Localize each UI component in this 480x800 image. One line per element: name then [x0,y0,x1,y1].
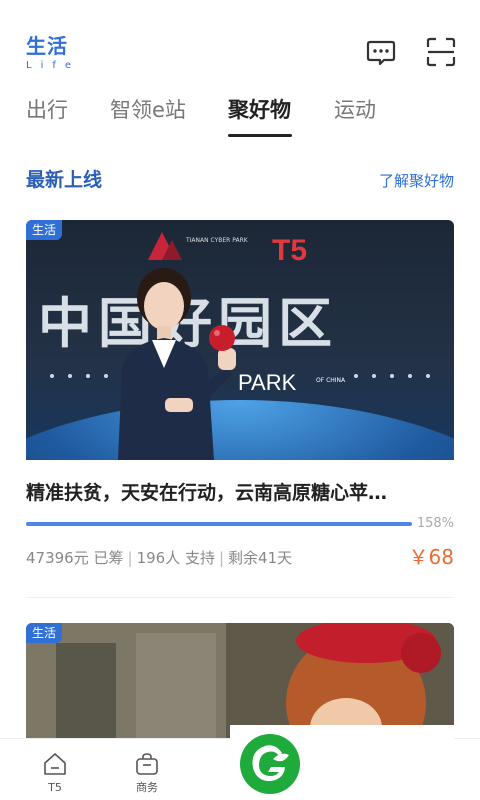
product-price: ￥68 [408,545,454,569]
stats-separator: | [127,549,133,567]
product-card[interactable]: 生活 [26,623,454,738]
nav-item-business[interactable]: 商务 [107,739,187,800]
learn-more-link[interactable]: 了解聚好物 [379,171,454,191]
product-image: 生活 [26,623,454,738]
brand-small-text: TIANAN CYBER PARK [185,237,249,244]
brand-t5-text: T5 [272,234,307,267]
nav-label: T5 [48,781,62,794]
product-card[interactable]: 生活 TIANAN CYBER PARK T5 中国好园区 PARK OF CH… [26,220,454,598]
active-tab-indicator [228,134,292,137]
funding-progress-fill [26,522,412,526]
tab-travel[interactable]: 出行 [26,96,68,124]
green-leaf-logo [230,725,454,800]
product-image: 生活 TIANAN CYBER PARK T5 中国好园区 PARK OF CH… [26,220,454,460]
tab-e-station[interactable]: 智领e站 [110,96,186,124]
app-logo: 生活 Life [26,34,86,72]
tab-sports[interactable]: 运动 [334,96,376,124]
days-remaining: 剩余41天 [228,549,293,567]
card-divider [26,597,454,598]
logo-subtitle: Life [26,60,81,71]
nav-item-t5[interactable]: T5 [15,739,95,800]
tab-good-things[interactable]: 聚好物 [228,96,291,124]
nav-label: 商务 [136,781,158,794]
category-badge: 生活 [26,220,63,240]
image-sub-text: PARK [238,370,297,395]
image-sub-small: OF CHINA [316,377,346,384]
scan-icon[interactable] [426,37,456,67]
stats-separator: | [218,549,225,567]
product-title: 精准扶贫，天安在行动，云南高原糖心苹… [26,482,388,504]
chat-icon[interactable] [366,37,396,67]
category-badge: 生活 [26,623,63,643]
bag-icon [136,753,158,775]
logo-title: 生活 [26,34,68,58]
funding-percentage: 158% [416,516,454,531]
funding-stats: 47396元 已筹 | 196人 支持 | 剩余41天 [26,548,292,568]
home-icon [44,753,66,775]
section-title: 最新上线 [26,169,103,191]
amount-raised: 47396元 已筹 [26,549,124,567]
backer-count: 196人 支持 [136,549,215,567]
funding-progress-bar [26,522,412,526]
